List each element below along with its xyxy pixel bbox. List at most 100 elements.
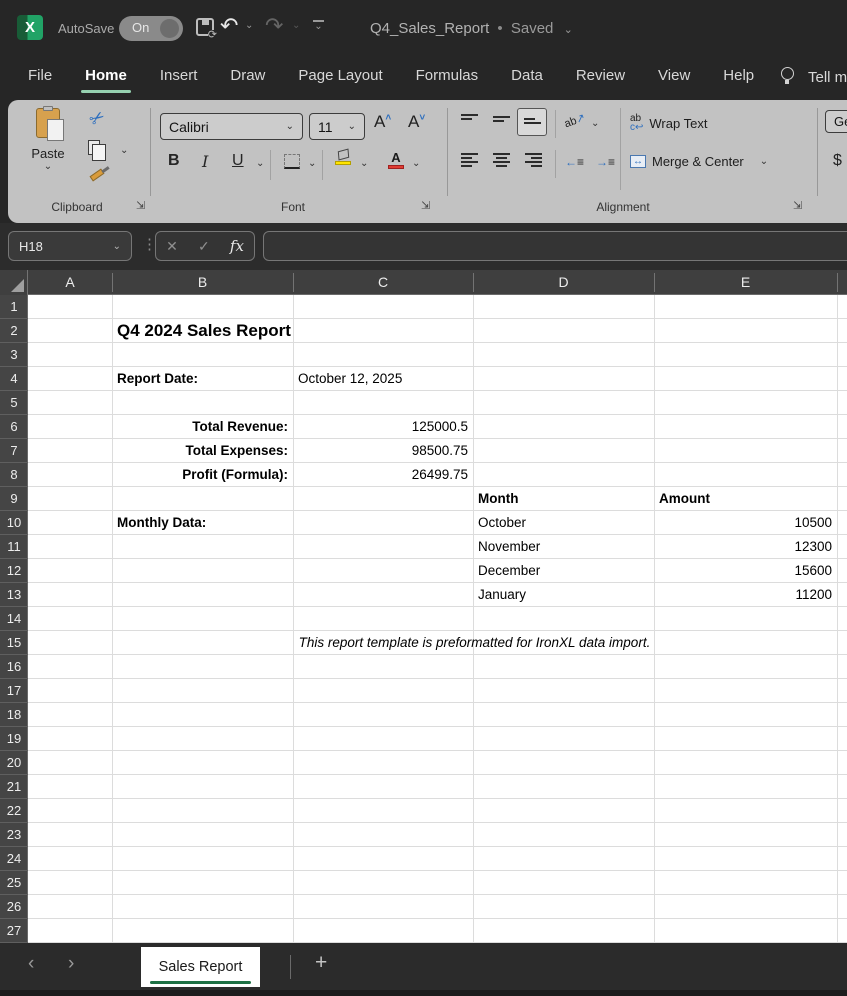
cell-E12[interactable]: 15600 bbox=[659, 559, 832, 583]
row-header-7[interactable]: 7 bbox=[0, 439, 28, 463]
quick-access-customize-icon[interactable]: ⌄ bbox=[312, 17, 325, 32]
row-header-3[interactable]: 3 bbox=[0, 343, 28, 367]
cell-D13[interactable]: January bbox=[478, 583, 649, 607]
redo-caret-icon[interactable]: ⌄ bbox=[292, 20, 300, 31]
cell-B7[interactable]: Total Expenses: bbox=[117, 439, 288, 463]
undo-button[interactable]: ↶ bbox=[220, 13, 238, 39]
bottom-align-button[interactable] bbox=[524, 114, 541, 129]
italic-button[interactable]: I bbox=[202, 152, 208, 171]
cell-B15[interactable]: This report template is preformatted for… bbox=[117, 631, 832, 655]
row-header-23[interactable]: 23 bbox=[0, 823, 28, 847]
font-color-caret-icon[interactable]: ⌄ bbox=[412, 158, 420, 169]
menu-item-help[interactable]: Help bbox=[723, 67, 754, 84]
increase-indent-button[interactable]: →≡ bbox=[596, 155, 615, 169]
row-header-27[interactable]: 27 bbox=[0, 919, 28, 943]
cell-B6[interactable]: Total Revenue: bbox=[117, 415, 288, 439]
orientation-caret-icon[interactable]: ⌄ bbox=[591, 118, 599, 129]
prev-sheet-button[interactable]: ‹ bbox=[28, 953, 34, 975]
row-header-21[interactable]: 21 bbox=[0, 775, 28, 799]
col-header-D[interactable]: D bbox=[473, 270, 654, 295]
menu-item-home[interactable]: Home bbox=[85, 67, 127, 84]
menu-item-file[interactable]: File bbox=[28, 67, 52, 84]
orientation-button[interactable]: ab↗ bbox=[562, 111, 587, 131]
menu-item-page-layout[interactable]: Page Layout bbox=[298, 67, 382, 84]
align-center-button[interactable] bbox=[493, 153, 510, 167]
decrease-font-button[interactable]: A˅ bbox=[408, 112, 425, 132]
row-header-6[interactable]: 6 bbox=[0, 415, 28, 439]
row-header-5[interactable]: 5 bbox=[0, 391, 28, 415]
row-header-4[interactable]: 4 bbox=[0, 367, 28, 391]
row-header-13[interactable]: 13 bbox=[0, 583, 28, 607]
row-header-22[interactable]: 22 bbox=[0, 799, 28, 823]
copy-button[interactable] bbox=[88, 140, 100, 155]
row-header-26[interactable]: 26 bbox=[0, 895, 28, 919]
cut-button[interactable]: ✂ bbox=[85, 106, 109, 132]
decrease-indent-button[interactable]: ←≡ bbox=[565, 155, 584, 169]
accounting-format-button[interactable]: $ bbox=[833, 152, 842, 170]
fill-color-caret-icon[interactable]: ⌄ bbox=[360, 158, 368, 169]
font-name-select[interactable]: Calibri ⌄ bbox=[160, 113, 303, 140]
cell-D9[interactable]: Month bbox=[478, 487, 649, 511]
row-header-17[interactable]: 17 bbox=[0, 679, 28, 703]
cell-B8[interactable]: Profit (Formula): bbox=[117, 463, 288, 487]
excel-logo-icon[interactable]: X bbox=[17, 15, 43, 40]
cancel-icon[interactable]: ✕ bbox=[166, 238, 178, 255]
next-sheet-button[interactable]: › bbox=[68, 953, 74, 975]
cells-area[interactable] bbox=[28, 295, 847, 943]
font-size-select[interactable]: 11 ⌄ bbox=[309, 113, 365, 140]
underline-caret-icon[interactable]: ⌄ bbox=[256, 158, 264, 169]
row-header-16[interactable]: 16 bbox=[0, 655, 28, 679]
insert-function-icon[interactable]: fx bbox=[230, 237, 244, 255]
save-icon[interactable] bbox=[196, 18, 214, 36]
cell-C8[interactable]: 26499.75 bbox=[298, 463, 468, 487]
menu-item-data[interactable]: Data bbox=[511, 67, 543, 84]
middle-align-button[interactable] bbox=[493, 112, 510, 127]
menu-item-view[interactable]: View bbox=[658, 67, 690, 84]
cell-D12[interactable]: December bbox=[478, 559, 649, 583]
cell-C7[interactable]: 98500.75 bbox=[298, 439, 468, 463]
autosave-toggle[interactable]: On bbox=[119, 16, 183, 41]
menu-item-insert[interactable]: Insert bbox=[160, 67, 198, 84]
row-header-20[interactable]: 20 bbox=[0, 751, 28, 775]
row-header-8[interactable]: 8 bbox=[0, 463, 28, 487]
font-dialog-launcher[interactable]: ⇲ bbox=[421, 199, 430, 212]
font-color-button[interactable]: A bbox=[388, 152, 404, 169]
fill-color-button[interactable] bbox=[334, 150, 352, 165]
name-box[interactable]: H18 ⌄ bbox=[8, 231, 132, 261]
col-header-C[interactable]: C bbox=[293, 270, 473, 295]
underline-button[interactable]: U bbox=[232, 152, 244, 170]
row-header-10[interactable]: 10 bbox=[0, 511, 28, 535]
bold-button[interactable]: B bbox=[168, 152, 180, 170]
sheet-tab-sales-report[interactable]: Sales Report bbox=[141, 947, 260, 987]
cell-E13[interactable]: 11200 bbox=[659, 583, 832, 607]
number-format-select[interactable]: General bbox=[825, 110, 847, 133]
tell-me-button[interactable]: Tell me bbox=[808, 69, 847, 86]
row-header-9[interactable]: 9 bbox=[0, 487, 28, 511]
wrap-text-button[interactable]: abc↩ Wrap Text bbox=[630, 114, 707, 132]
row-header-24[interactable]: 24 bbox=[0, 847, 28, 871]
row-header-19[interactable]: 19 bbox=[0, 727, 28, 751]
cell-D10[interactable]: October bbox=[478, 511, 649, 535]
undo-caret-icon[interactable]: ⌄ bbox=[245, 20, 253, 31]
row-header-2[interactable]: 2 bbox=[0, 319, 28, 343]
increase-font-button[interactable]: A˄ bbox=[374, 112, 391, 132]
new-sheet-button[interactable]: + bbox=[315, 951, 327, 975]
cell-E11[interactable]: 12300 bbox=[659, 535, 832, 559]
formula-input[interactable] bbox=[263, 231, 847, 261]
merge-center-button[interactable]: ↔ Merge & Center ⌄ bbox=[630, 154, 768, 169]
row-header-1[interactable]: 1 bbox=[0, 295, 28, 319]
borders-caret-icon[interactable]: ⌄ bbox=[308, 158, 316, 169]
cell-E10[interactable]: 10500 bbox=[659, 511, 832, 535]
borders-button[interactable] bbox=[284, 154, 300, 169]
cell-E9[interactable]: Amount bbox=[659, 487, 832, 511]
clipboard-dialog-launcher[interactable]: ⇲ bbox=[136, 199, 145, 212]
document-title[interactable]: Q4_Sales_Report • Saved ⌄ bbox=[370, 20, 573, 37]
top-align-button[interactable] bbox=[461, 112, 478, 127]
align-left-button[interactable] bbox=[461, 153, 478, 167]
cell-C6[interactable]: 125000.5 bbox=[298, 415, 468, 439]
cell-B10[interactable]: Monthly Data: bbox=[117, 511, 288, 535]
row-header-15[interactable]: 15 bbox=[0, 631, 28, 655]
alignment-dialog-launcher[interactable]: ⇲ bbox=[793, 199, 802, 212]
cell-B4[interactable]: Report Date: bbox=[117, 367, 288, 391]
align-right-button[interactable] bbox=[525, 153, 542, 167]
